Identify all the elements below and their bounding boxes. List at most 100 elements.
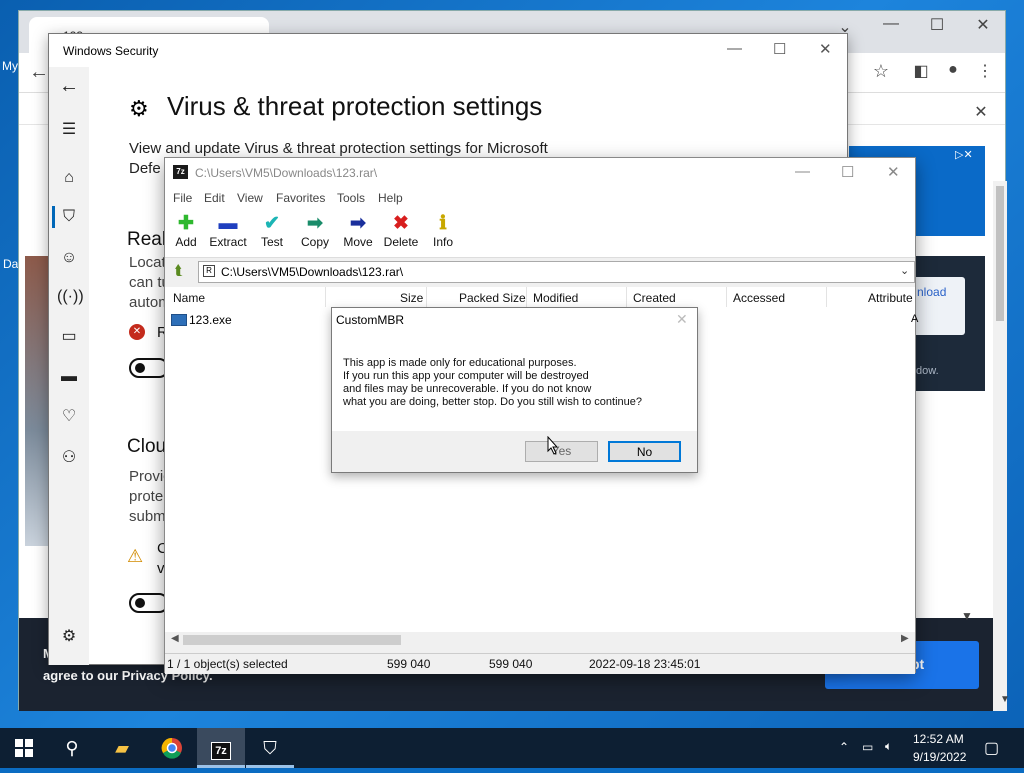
firewall-icon[interactable]: ((·)) bbox=[57, 285, 84, 309]
realtime-toggle[interactable] bbox=[129, 358, 169, 378]
move-button[interactable]: ➡ Move bbox=[335, 213, 381, 249]
file-attr: A bbox=[911, 313, 919, 325]
file-name[interactable]: 123.exe bbox=[189, 313, 232, 327]
more-menu-icon[interactable]: ⋮ bbox=[973, 61, 997, 81]
notifications-icon[interactable]: ▢ bbox=[984, 738, 999, 758]
clock-date[interactable]: 9/19/2022 bbox=[913, 750, 966, 764]
7zip-title: C:\Users\VM5\Downloads\123.rar\ bbox=[195, 166, 378, 180]
delete-button[interactable]: ✖ Delete bbox=[378, 213, 424, 249]
extract-label: Extract bbox=[209, 235, 247, 249]
menu-tools[interactable]: Tools bbox=[337, 191, 365, 205]
yes-button[interactable]: Yes bbox=[525, 441, 598, 462]
desktop-label-1[interactable]: My bbox=[2, 59, 18, 73]
shield-icon[interactable]: ⛉ bbox=[57, 205, 81, 229]
window-text: dow. bbox=[916, 365, 939, 377]
start-icon[interactable] bbox=[0, 728, 48, 768]
7zip-close-icon[interactable]: ✕ bbox=[887, 163, 900, 181]
settings-icon[interactable]: ⚙ bbox=[57, 625, 81, 649]
info-button[interactable]: ℹ Info bbox=[420, 213, 466, 249]
page-scrollbar-thumb[interactable] bbox=[996, 186, 1004, 321]
ws-close-icon[interactable]: ✕ bbox=[819, 40, 832, 58]
menu-edit[interactable]: Edit bbox=[204, 191, 225, 205]
network-icon[interactable]: ▭ bbox=[862, 740, 873, 754]
side-panel-icon[interactable]: ◧ bbox=[909, 61, 933, 81]
nav-active-indicator bbox=[52, 206, 55, 228]
cloud-toggle[interactable] bbox=[129, 593, 169, 613]
health-icon[interactable]: ♡ bbox=[57, 405, 81, 429]
test-button[interactable]: ✔ Test bbox=[249, 213, 295, 249]
file-explorer-icon[interactable]: ▰ bbox=[98, 728, 146, 768]
extract-button[interactable]: ▬ Extract bbox=[205, 213, 251, 249]
dialog-title: CustomMBR bbox=[336, 313, 405, 327]
windows-security-icon[interactable]: ⛉ bbox=[246, 728, 294, 768]
test-icon: ✔ bbox=[264, 213, 280, 234]
search-icon[interactable]: ⚲ bbox=[48, 728, 96, 768]
col-accessed[interactable]: Accessed bbox=[733, 291, 785, 305]
col-divider[interactable] bbox=[726, 287, 727, 307]
copy-icon: ➡ bbox=[307, 213, 323, 234]
address-dropdown-icon[interactable]: ⌄ bbox=[900, 264, 909, 277]
close-icon[interactable]: ✕ bbox=[971, 15, 995, 35]
menu-view[interactable]: View bbox=[237, 191, 263, 205]
col-divider[interactable] bbox=[526, 287, 527, 307]
minimize-icon[interactable]: — bbox=[879, 15, 903, 33]
maximize-icon[interactable]: ☐ bbox=[925, 15, 949, 35]
settings-gears-icon: ⚙ bbox=[129, 96, 149, 121]
info-icon: ℹ bbox=[439, 213, 447, 234]
copy-button[interactable]: ➡ Copy bbox=[292, 213, 338, 249]
status-packed: 599 040 bbox=[489, 657, 533, 671]
move-label: Move bbox=[343, 235, 373, 249]
clock-time[interactable]: 12:52 AM bbox=[913, 732, 964, 746]
col-modified[interactable]: Modified bbox=[533, 291, 578, 305]
chrome-icon[interactable] bbox=[148, 728, 196, 768]
family-icon[interactable]: ⚇ bbox=[57, 446, 81, 470]
home-icon[interactable]: ⌂ bbox=[57, 166, 81, 190]
cloud-title: Clou bbox=[127, 436, 167, 457]
volume-icon[interactable]: 🔈︎ bbox=[885, 739, 892, 754]
back-icon[interactable]: ← bbox=[57, 74, 81, 98]
col-created[interactable]: Created bbox=[633, 291, 676, 305]
7zip-icon[interactable]: 7z bbox=[197, 728, 245, 768]
test-label: Test bbox=[260, 235, 283, 249]
menu-icon[interactable]: ☰ bbox=[57, 118, 81, 142]
account-icon[interactable]: ☺ bbox=[57, 246, 81, 270]
scroll-right-icon[interactable]: ▶ bbox=[901, 633, 909, 644]
col-divider[interactable] bbox=[325, 287, 326, 307]
ad-choices-icon[interactable]: ▷✕ bbox=[955, 148, 973, 161]
exe-file-icon bbox=[171, 314, 187, 326]
bookmark-star-icon[interactable]: ☆ bbox=[869, 61, 893, 82]
folder-up-icon[interactable]: ⮬ bbox=[169, 262, 189, 282]
copy-label: Copy bbox=[300, 235, 329, 249]
menu-favorites[interactable]: Favorites bbox=[276, 191, 325, 205]
menu-file[interactable]: File bbox=[173, 191, 192, 205]
desktop-label-2[interactable]: Da bbox=[3, 257, 18, 271]
dropdown-arrow-icon[interactable]: ▼ bbox=[955, 609, 979, 623]
close-bar-icon[interactable]: ✕ bbox=[969, 102, 993, 122]
tray-chevron-icon[interactable]: ⌃ bbox=[839, 740, 849, 754]
profile-icon[interactable]: ● bbox=[941, 61, 965, 79]
col-divider[interactable] bbox=[426, 287, 427, 307]
col-name[interactable]: Name bbox=[173, 291, 205, 305]
col-packed-size[interactable]: Packed Size bbox=[459, 291, 526, 305]
warning-icon: ⚠ bbox=[127, 546, 144, 566]
col-divider[interactable] bbox=[826, 287, 827, 307]
menu-help[interactable]: Help bbox=[378, 191, 403, 205]
app-browser-icon[interactable]: ▭ bbox=[57, 325, 81, 349]
col-attribute[interactable]: Attribute bbox=[868, 291, 913, 305]
horizontal-scrollbar-thumb[interactable] bbox=[183, 635, 401, 645]
no-button[interactable]: No bbox=[608, 441, 681, 462]
page-title: Virus & threat protection settings bbox=[167, 91, 543, 121]
dialog-close-icon[interactable]: ✕ bbox=[676, 311, 688, 328]
7zip-maximize-icon[interactable]: ☐ bbox=[841, 163, 854, 181]
address-input[interactable]: C:\Users\VM5\Downloads\123.rar\ bbox=[198, 261, 915, 283]
device-security-icon[interactable]: ▬ bbox=[57, 365, 81, 389]
add-button[interactable]: ✚ Add bbox=[163, 213, 209, 249]
col-size[interactable]: Size bbox=[400, 291, 423, 305]
scroll-left-icon[interactable]: ◀ bbox=[171, 633, 179, 644]
ws-maximize-icon[interactable]: ☐ bbox=[773, 40, 786, 58]
add-icon: ✚ bbox=[178, 213, 194, 234]
7zip-minimize-icon[interactable]: — bbox=[795, 163, 810, 180]
scroll-down-icon[interactable]: ▼ bbox=[993, 694, 1017, 705]
ws-minimize-icon[interactable]: — bbox=[727, 40, 742, 57]
col-divider[interactable] bbox=[626, 287, 627, 307]
